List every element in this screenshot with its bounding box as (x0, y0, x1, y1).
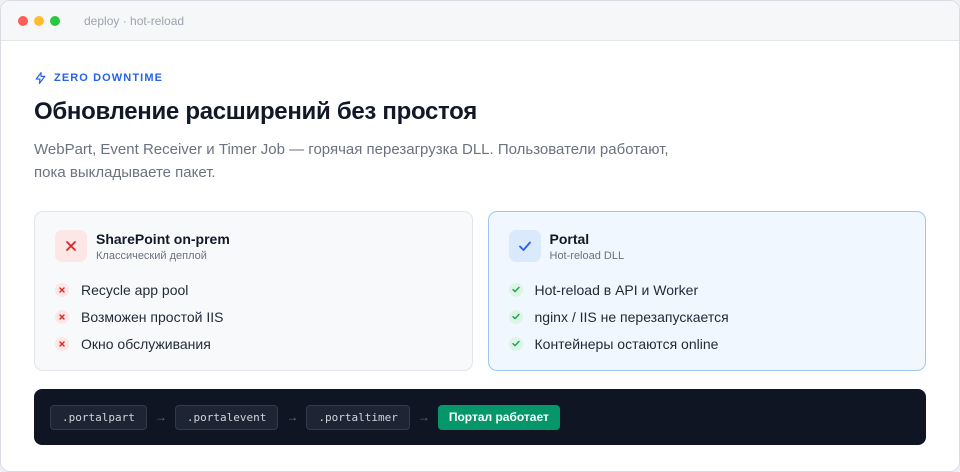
x-icon (55, 282, 69, 297)
x-icon (55, 336, 69, 351)
list-item-label: Контейнеры остаются online (534, 335, 719, 352)
pipeline-step-portalevent: .portalevent (174, 404, 279, 430)
x-icon (66, 241, 76, 251)
card-title: SharePoint on-prem (96, 230, 230, 247)
subtitle-line-2: пока выкладываете пакет. (34, 164, 216, 181)
card-subtitle: Hot-reload DLL (549, 249, 625, 262)
eyebrow-label: ZERO DOWNTIME (54, 72, 164, 84)
list-item-label: Recycle app pool (81, 281, 189, 298)
card-subtitle: Классический деплой (96, 249, 207, 262)
eyebrow: ZERO DOWNTIME (34, 71, 926, 85)
arrow-right-icon: → (417, 410, 430, 424)
minimize-window-button[interactable] (34, 15, 44, 26)
card-portal: Portal Hot-reload DLL Hot-reload в API и… (487, 211, 926, 371)
close-window-button[interactable] (18, 15, 28, 26)
page-title: Обновление расширений без простоя (34, 98, 477, 125)
check-icon (508, 282, 523, 297)
pipeline-step-portaltimer: .portaltimer (306, 404, 410, 430)
check-icon (508, 309, 523, 324)
subtitle-line-1: WebPart, Event Receiver и Timer Job — го… (34, 141, 669, 158)
list-item: Контейнеры остаются online (508, 330, 906, 357)
lightning-icon (35, 71, 46, 85)
portal-running-badge: Портал работает (437, 404, 560, 430)
arrow-right-icon: → (286, 410, 299, 424)
list-item: nginx / IIS не перезапускается (508, 303, 906, 330)
list-item-label: nginx / IIS не перезапускается (534, 308, 729, 325)
list-item-label: Возможен простой IIS (81, 308, 224, 325)
card-header: Portal Hot-reload DLL (508, 230, 906, 262)
card-header: SharePoint on-prem Классический деплой (55, 230, 452, 262)
page-subtitle: WebPart, Event Receiver и Timer Job — го… (34, 138, 714, 184)
app-window: deploy · hot-reload ZERO DOWNTIME Обновл… (0, 0, 960, 472)
drawback-list: Recycle app pool Возможен простой IIS Ок… (55, 276, 452, 357)
list-item: Hot-reload в API и Worker (508, 276, 906, 303)
title-bar: deploy · hot-reload (1, 1, 959, 41)
check-icon (508, 336, 523, 351)
check-icon (518, 241, 531, 251)
pipeline-step-portalpart: .portalpart (50, 404, 147, 430)
card-title: Portal (549, 230, 590, 247)
list-item-label: Окно обслуживания (81, 335, 211, 352)
deploy-pipeline: .portalpart → .portalevent → .portaltime… (34, 389, 926, 445)
main-content: ZERO DOWNTIME Обновление расширений без … (1, 41, 959, 445)
x-icon (55, 309, 69, 324)
check-badge (508, 230, 541, 262)
card-sharepoint-onprem: SharePoint on-prem Классический деплой R… (34, 211, 473, 371)
list-item: Окно обслуживания (55, 330, 452, 357)
maximize-window-button[interactable] (50, 15, 60, 26)
benefit-list: Hot-reload в API и Worker nginx / IIS не… (508, 276, 906, 357)
list-item: Recycle app pool (55, 276, 452, 303)
list-item-label: Hot-reload в API и Worker (534, 281, 699, 298)
arrow-right-icon: → (154, 410, 167, 424)
window-title: deploy · hot-reload (84, 13, 185, 28)
x-badge (55, 230, 87, 262)
list-item: Возможен простой IIS (55, 303, 452, 330)
comparison-cards: SharePoint on-prem Классический деплой R… (34, 211, 926, 371)
